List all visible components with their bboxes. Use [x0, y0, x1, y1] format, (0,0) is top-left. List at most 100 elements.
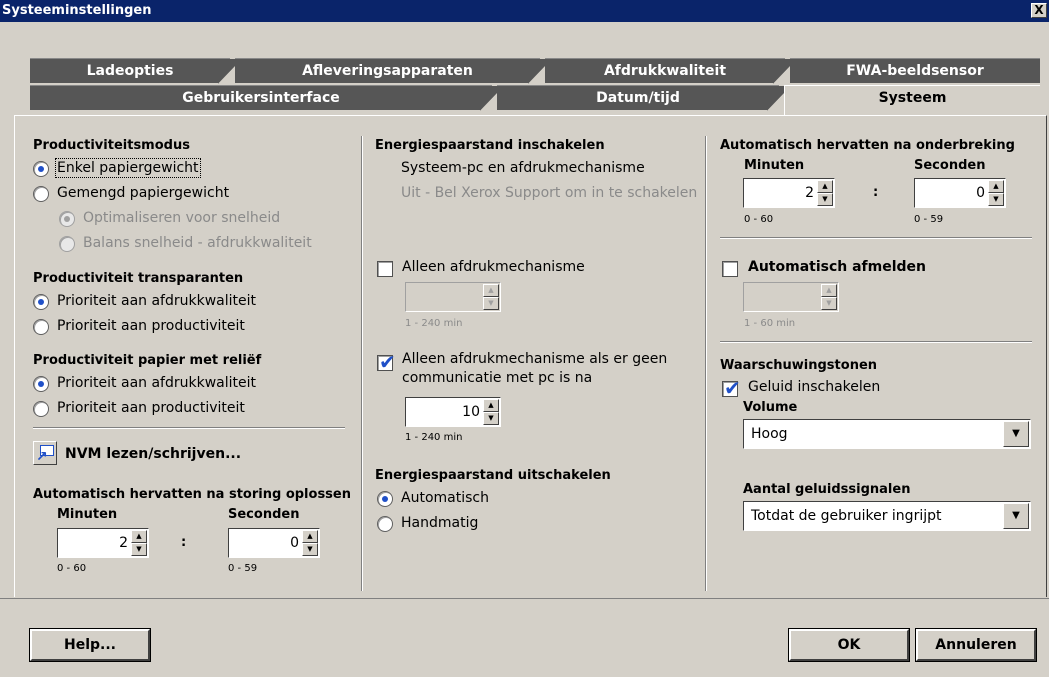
spin-down-icon[interactable]: ▼	[131, 543, 147, 556]
tab-row-2: Gebruikersinterface Datum/tijd Systeem	[30, 85, 1040, 116]
radio-balance-speed-quality[interactable]	[59, 236, 75, 252]
energy-on-line2: Uit - Bel Xerox Support om in te schakel…	[401, 185, 698, 201]
radio-single-paper-weight[interactable]	[33, 161, 49, 177]
label-energy-off-manual: Handmatig	[401, 515, 479, 531]
tab-gebruikersinterface[interactable]: Gebruikersinterface	[30, 85, 504, 111]
label-single-paper-weight: Enkel papiergewicht	[55, 158, 201, 178]
print-engine-stepper[interactable]: ▲ ▼	[405, 282, 501, 312]
interrupt-minutes-stepper[interactable]: 2 ▲ ▼	[743, 178, 835, 208]
seconds-label: Seconden	[228, 507, 300, 522]
interrupt-seconds-stepper[interactable]: 0 ▲ ▼	[914, 178, 1006, 208]
auto-logout-range: 1 - 60 min	[744, 318, 796, 329]
close-icon[interactable]: X	[1031, 3, 1047, 18]
radio-transparants-quality[interactable]	[33, 294, 49, 310]
spin-down-icon[interactable]: ▼	[988, 193, 1004, 206]
spin-down-icon[interactable]: ▼	[483, 412, 499, 425]
energy-on-line1: Systeem-pc en afdrukmechanisme	[401, 160, 645, 176]
label-no-communication-line2: communicatie met pc is na	[402, 370, 593, 386]
spin-down-icon[interactable]: ▼	[821, 297, 837, 310]
radio-relief-productivity[interactable]	[33, 401, 49, 417]
tab-row-1: Ladeopties Afleveringsapparaten Afdrukkw…	[30, 58, 1040, 84]
label-mixed-paper-weight: Gemengd papiergewicht	[57, 185, 230, 201]
tab-label: Systeem	[878, 90, 947, 106]
help-button[interactable]: Help...	[30, 629, 150, 661]
checkbox-auto-logout[interactable]	[722, 261, 738, 277]
tab-datum-tijd[interactable]: Datum/tijd	[497, 85, 791, 111]
label-print-engine-only: Alleen afdrukmechanisme	[402, 259, 585, 275]
signals-label: Aantal geluidssignalen	[743, 482, 911, 497]
spin-down-icon[interactable]: ▼	[302, 543, 318, 556]
spin-up-icon[interactable]: ▲	[302, 530, 318, 543]
footer-bar: Help... OK Annuleren	[0, 598, 1049, 677]
spin-up-icon[interactable]: ▲	[483, 284, 499, 297]
tab-label: Gebruikersinterface	[182, 90, 340, 106]
energy-off-heading: Energiespaarstand uitschakelen	[375, 468, 611, 483]
radio-relief-quality[interactable]	[33, 376, 49, 392]
nvm-read-write-label[interactable]: NVM lezen/schrijven...	[65, 446, 241, 462]
checkbox-no-communication[interactable]	[377, 350, 396, 374]
title-bar: Systeeminstellingen X	[0, 0, 1049, 22]
nvm-icon[interactable]: ↗	[33, 441, 57, 465]
volume-label: Volume	[743, 400, 798, 415]
tab-afleveringsapparaten[interactable]: Afleveringsapparaten	[235, 58, 552, 84]
cancel-button[interactable]: Annuleren	[916, 629, 1036, 661]
divider	[720, 237, 1032, 239]
transparants-heading: Productiviteit transparanten	[33, 271, 244, 286]
jam-seconds-value: 0	[290, 535, 299, 551]
auto-logout-stepper[interactable]: ▲ ▼	[743, 282, 839, 312]
relief-heading: Productiviteit papier met reliëf	[33, 353, 262, 368]
signals-select[interactable]: Totdat de gebruiker ingrijpt ▼	[743, 501, 1031, 531]
radio-energy-off-automatic[interactable]	[377, 491, 393, 507]
chevron-down-icon[interactable]: ▼	[1003, 503, 1029, 529]
spin-up-icon[interactable]: ▲	[483, 399, 499, 412]
tab-label: FWA-beeldsensor	[846, 63, 984, 79]
interrupt-minutes-value: 2	[805, 185, 814, 201]
tab-ladeopties[interactable]: Ladeopties	[30, 58, 242, 84]
jam-minutes-stepper[interactable]: 2 ▲ ▼	[57, 528, 149, 558]
radio-optimize-speed[interactable]	[59, 211, 75, 227]
label-enable-sound: Geluid inschakelen	[748, 379, 881, 395]
spin-down-icon[interactable]: ▼	[817, 193, 833, 206]
radio-energy-off-manual[interactable]	[377, 516, 393, 532]
settings-panel: Productiviteitsmodus Enkel papiergewicht…	[14, 115, 1047, 597]
ok-button[interactable]: OK	[789, 629, 909, 661]
tab-fwa-beeldsensor[interactable]: FWA-beeldsensor	[790, 58, 1040, 83]
label-relief-quality: Prioriteit aan afdrukkwaliteit	[57, 375, 256, 391]
tab-label: Afleveringsapparaten	[302, 63, 473, 79]
tab-label: Datum/tijd	[596, 90, 680, 106]
interrupt-seconds-value: 0	[976, 185, 985, 201]
chevron-down-icon[interactable]: ▼	[1003, 421, 1029, 447]
system-settings-window: Systeeminstellingen X Ladeopties Aflever…	[0, 0, 1049, 677]
label-no-communication-line1: Alleen afdrukmechanisme als er geen	[402, 351, 668, 367]
label-transparants-quality: Prioriteit aan afdrukkwaliteit	[57, 293, 256, 309]
tab-label: Ladeopties	[86, 63, 174, 79]
tab-afdrukkwaliteit[interactable]: Afdrukkwaliteit	[545, 58, 797, 84]
label-auto-logout: Automatisch afmelden	[748, 259, 927, 275]
minutes-label: Minuten	[57, 507, 118, 522]
radio-mixed-paper-weight[interactable]	[33, 186, 49, 202]
spin-up-icon[interactable]: ▲	[821, 284, 837, 297]
spin-up-icon[interactable]: ▲	[131, 530, 147, 543]
checkbox-enable-sound[interactable]	[722, 376, 741, 400]
label-transparants-productivity: Prioriteit aan productiviteit	[57, 318, 245, 334]
column-divider	[705, 136, 707, 591]
jam-minutes-value: 2	[119, 535, 128, 551]
interrupt-minutes-range: 0 - 60	[744, 214, 774, 225]
volume-select[interactable]: Hoog ▼	[743, 419, 1031, 449]
spin-up-icon[interactable]: ▲	[817, 180, 833, 193]
label-energy-off-automatic: Automatisch	[401, 490, 489, 506]
no-communication-stepper[interactable]: 10 ▲ ▼	[405, 397, 501, 427]
energy-on-heading: Energiespaarstand inschakelen	[375, 138, 605, 153]
label-relief-productivity: Prioriteit aan productiviteit	[57, 400, 245, 416]
tab-systeem[interactable]: Systeem	[784, 85, 1040, 116]
checkbox-print-engine-only[interactable]	[377, 261, 393, 277]
no-communication-value: 10	[462, 404, 480, 420]
radio-transparants-productivity[interactable]	[33, 319, 49, 335]
spin-down-icon[interactable]: ▼	[483, 297, 499, 310]
label-balance-speed-quality: Balans snelheid - afdrukkwaliteit	[83, 235, 312, 251]
spin-up-icon[interactable]: ▲	[988, 180, 1004, 193]
divider	[33, 427, 345, 429]
auto-resume-jam-heading: Automatisch hervatten na storing oplosse…	[33, 487, 351, 502]
volume-value: Hoog	[751, 426, 788, 442]
jam-seconds-stepper[interactable]: 0 ▲ ▼	[228, 528, 320, 558]
